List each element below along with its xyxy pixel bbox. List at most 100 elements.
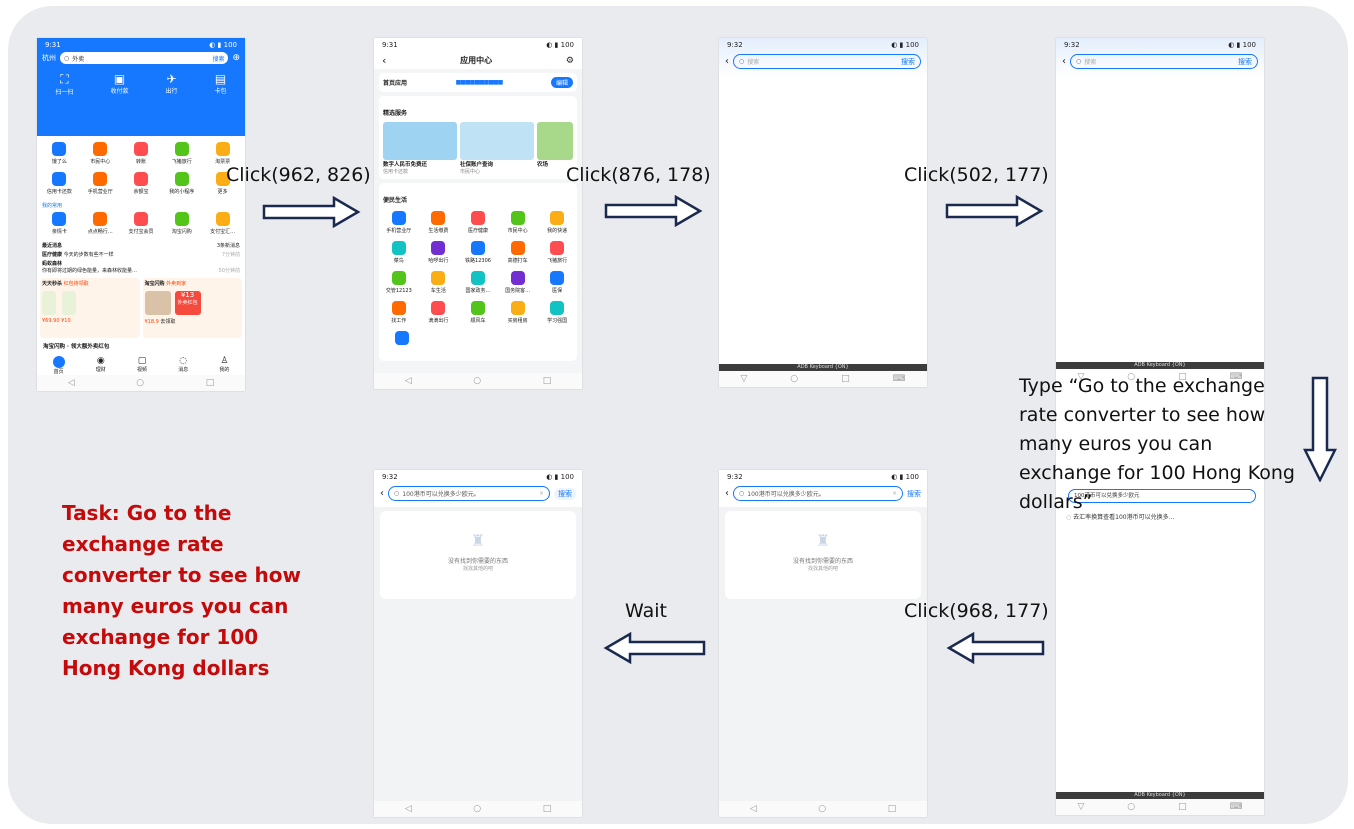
civic-app-5[interactable]: 菜鸟 [379, 241, 419, 264]
back-arrow-icon[interactable]: ‹ [725, 56, 729, 67]
civic-app-9[interactable]: 飞猪旅行 [537, 241, 577, 264]
home-app-4[interactable]: 淘票票 [202, 142, 243, 165]
msg1-text[interactable]: 今天的步数有些不一样 [64, 252, 114, 258]
home-app-0[interactable]: 饿了么 [39, 142, 80, 165]
recent-count[interactable]: 3条新消息 [217, 242, 240, 249]
back-arrow-icon[interactable]: ‹ [382, 54, 386, 67]
back-arrow-icon[interactable]: ‹ [725, 488, 729, 499]
back-icon[interactable]: ◁ [405, 804, 412, 814]
promo-banner[interactable]: 淘宝闪购 · 领大额外卖红包 [37, 342, 245, 350]
civic-app-12[interactable]: 国家政务… [458, 271, 498, 294]
home-circle-icon[interactable]: ○ [790, 374, 798, 384]
pay-button[interactable]: ▣ 收付款 [110, 72, 128, 96]
back-arrow-icon[interactable]: ‹ [380, 488, 384, 499]
search-input[interactable]: ○ 100港币可以兑换多少欧元。 × [733, 486, 903, 501]
search-input[interactable]: ○ 100港币可以兑换多少欧元。 × [388, 486, 550, 501]
recents-icon[interactable]: □ [543, 804, 552, 814]
back-icon[interactable]: ◁ [405, 376, 412, 386]
civic-app-16[interactable]: 滴滴出行 [419, 301, 459, 324]
status-time: 9:32 [727, 473, 743, 481]
home-app-3[interactable]: 我的小程序 [161, 172, 202, 195]
back-icon[interactable]: ▽ [1077, 802, 1084, 812]
search-button[interactable]: 搜索 [212, 54, 224, 63]
search-input[interactable]: ○ 搜索 搜索 [733, 54, 921, 69]
civic-app-3[interactable]: 市民中心 [498, 211, 538, 234]
back-icon[interactable]: ▽ [740, 374, 747, 384]
featured-image [537, 122, 573, 160]
more-app-icon[interactable] [395, 331, 409, 345]
edit-button[interactable]: 编辑 [550, 77, 573, 88]
civic-app-13[interactable]: 国务院客… [498, 271, 538, 294]
settings-icon[interactable]: ⚙ [566, 56, 574, 66]
home-my-app-0[interactable]: 亲情卡 [39, 212, 80, 235]
home-circle-icon[interactable]: ○ [136, 378, 144, 388]
civic-app-14[interactable]: 医保 [537, 271, 577, 294]
keyboard-icon[interactable]: ⌨ [893, 374, 906, 384]
civic-app-6[interactable]: 哈啰出行 [419, 241, 459, 264]
claim-button[interactable]: 去领取 [160, 319, 175, 325]
home-app-3[interactable]: 飞猪旅行 [161, 142, 202, 165]
search-button[interactable]: 搜索 [554, 487, 576, 500]
recents-icon[interactable]: □ [543, 376, 552, 386]
travel-button[interactable]: ✈ 出行 [165, 72, 177, 96]
back-arrow-icon[interactable]: ‹ [1062, 56, 1066, 67]
civic-app-0[interactable]: 手机营业厅 [379, 211, 419, 234]
home-circle-icon[interactable]: ○ [1127, 802, 1135, 812]
keyboard-icon[interactable]: ⌨ [1230, 802, 1243, 812]
city-selector[interactable]: 杭州 [42, 53, 56, 63]
civic-app-7[interactable]: 铁路12306 [458, 241, 498, 264]
recents-icon[interactable]: □ [841, 374, 850, 384]
civic-app-18[interactable]: 买房租房 [498, 301, 538, 324]
featured-card-1[interactable]: 数字人民币免费还 信用卡还款 [383, 122, 457, 175]
civic-app-1[interactable]: 生活缴费 [419, 211, 459, 234]
card2-tag: 外卖到家 [166, 281, 187, 287]
search-button[interactable]: 搜索 [907, 489, 921, 499]
home-my-app-4[interactable]: 支付宝汇… [202, 212, 243, 235]
civic-app-15[interactable]: 找工作 [379, 301, 419, 324]
search-text: 外卖 [72, 55, 85, 63]
back-icon[interactable]: ◁ [750, 804, 757, 814]
search-box[interactable]: ○ 外卖 搜索 [60, 52, 229, 64]
home-circle-icon[interactable]: ○ [473, 376, 481, 386]
civic-app-11[interactable]: 车生活 [419, 271, 459, 294]
clear-icon[interactable]: × [539, 490, 544, 497]
tab-mine[interactable]: ♙ 我的 [219, 356, 229, 375]
tab-video[interactable]: ▢ 视频 [137, 356, 147, 375]
tab-messages[interactable]: ◌ 消息 [178, 356, 188, 375]
civic-app-2[interactable]: 医疗健康 [458, 211, 498, 234]
home-app-2[interactable]: 余额宝 [121, 172, 162, 195]
civic-app-8[interactable]: 高德打车 [498, 241, 538, 264]
home-app-1[interactable]: 手机营业厅 [80, 172, 121, 195]
flash-sale-card[interactable]: 天天秒杀 红包待领取 ¥69.90 ¥10 [40, 278, 140, 338]
add-icon[interactable]: ⊕ [232, 53, 240, 63]
home-my-app-1[interactable]: 点点畅行… [80, 212, 121, 235]
home-app-1[interactable]: 市民中心 [80, 142, 121, 165]
back-icon[interactable]: ◁ [68, 378, 75, 388]
home-my-app-2[interactable]: 支付宝会员 [121, 212, 162, 235]
civic-app-10[interactable]: 交管12123 [379, 271, 419, 294]
search-input[interactable]: ○ 搜索 搜索 [1070, 54, 1258, 69]
cards-button[interactable]: ▤ 卡包 [214, 72, 226, 96]
featured-card-2[interactable]: 社保账户查询 市民中心 [460, 122, 534, 175]
home-app-2[interactable]: 转账 [121, 142, 162, 165]
civic-app-19[interactable]: 学习强国 [537, 301, 577, 324]
tab-home[interactable]: 首页 [52, 356, 65, 375]
scan-button[interactable]: ⛶ 扫一扫 [55, 72, 73, 96]
recents-icon[interactable]: □ [1178, 802, 1187, 812]
home-app-0[interactable]: 信用卡还款 [39, 172, 80, 195]
search-button[interactable]: 搜索 [1238, 57, 1252, 67]
tab-wealth[interactable]: ◉ 理财 [96, 356, 106, 375]
shangou-card[interactable]: 淘宝闪购 外卖到家 ¥13 外卖红包 ¥18.9 去领取 [142, 278, 242, 338]
app-icon [174, 142, 189, 156]
recents-icon[interactable]: □ [206, 378, 215, 388]
recents-icon[interactable]: □ [888, 804, 897, 814]
clear-icon[interactable]: × [892, 490, 897, 497]
home-circle-icon[interactable]: ○ [818, 804, 826, 814]
civic-app-17[interactable]: 顺风车 [458, 301, 498, 324]
home-circle-icon[interactable]: ○ [473, 804, 481, 814]
msg2-text[interactable]: 你有即将过期的绿色能量，来森林收能量… [42, 268, 137, 274]
search-button[interactable]: 搜索 [901, 57, 915, 67]
home-my-app-3[interactable]: 淘宝闪购 [161, 212, 202, 235]
civic-app-4[interactable]: 我的快递 [537, 211, 577, 234]
left-arrow-icon [946, 632, 1045, 664]
